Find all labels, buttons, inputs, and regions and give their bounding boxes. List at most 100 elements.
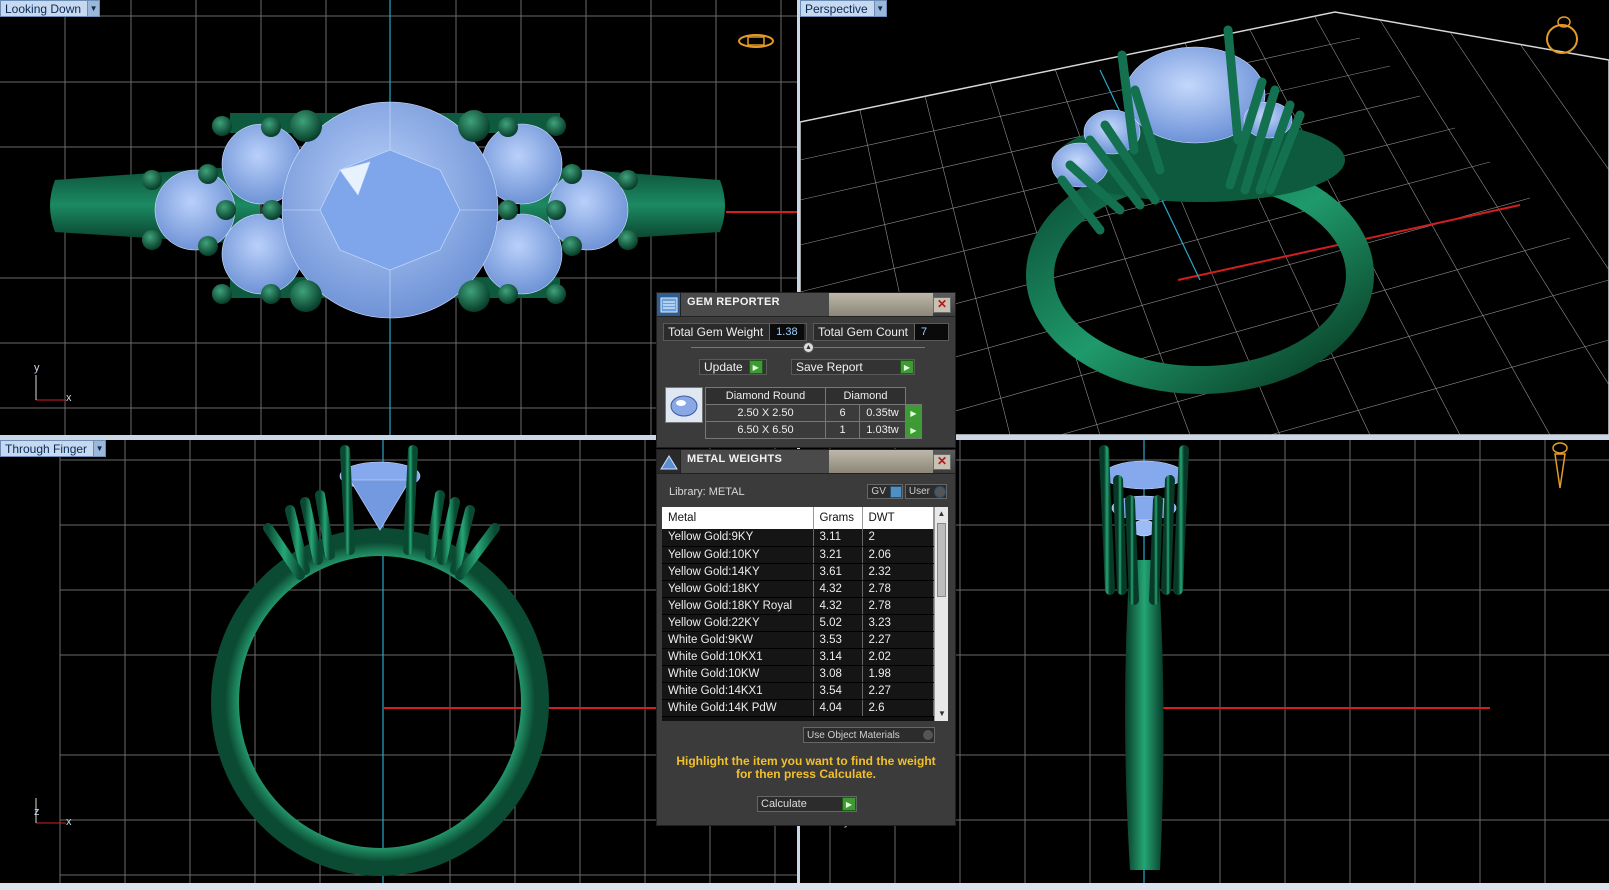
play-arrow-icon: ▶ [842, 797, 856, 811]
metal-row[interactable]: Yellow Gold:18KY Royal 4.32 2.78 [662, 597, 934, 615]
metal-row[interactable]: White Gold:9KW 3.53 2.27 [662, 631, 934, 649]
gem-weight: 0.35tw [859, 404, 906, 422]
viewport-label-looking-down[interactable]: Looking Down ▼ [0, 0, 101, 17]
gem-reporter-drag-area[interactable] [829, 293, 933, 316]
total-gem-count-field: Total Gem Count 7 [812, 323, 949, 341]
metal-grams: 5.02 [813, 614, 863, 632]
metal-name: White Gold:10KX1 [662, 648, 814, 666]
viewport-label-through-finger[interactable]: Through Finger ▼ [0, 440, 107, 457]
close-icon[interactable]: ✕ [933, 454, 951, 470]
viewport-dropdown-icon[interactable]: ▼ [87, 1, 100, 16]
axis-label-y: y [34, 362, 40, 374]
gv-label: GV [871, 486, 886, 497]
gem-material-header: Diamond [825, 387, 906, 405]
gem-size: 2.50 X 2.50 [705, 404, 826, 422]
toggle-off-icon [922, 729, 934, 741]
scroll-up-icon[interactable]: ▲ [935, 507, 948, 521]
metal-row[interactable]: White Gold:10KX1 3.14 2.02 [662, 648, 934, 666]
metal-row[interactable]: White Gold:14K PdW 4.04 2.6 [662, 699, 934, 717]
metal-weights-drag-area[interactable] [829, 450, 933, 473]
gem-count: 1 [825, 421, 860, 439]
metal-table: Metal Grams DWT Yellow Gold:9KY 3.11 2 Yell… [662, 507, 934, 717]
metal-grams: 3.53 [813, 631, 863, 649]
metal-weights-titlebar[interactable]: METAL WEIGHTS ✕ [657, 450, 955, 474]
gem-reporter-titlebar[interactable]: GEM REPORTER ✕ [657, 293, 955, 317]
viewport-label-text: Perspective [805, 2, 868, 16]
metal-table-container[interactable]: Metal Grams DWT Yellow Gold:9KY 3.11 2 Yell… [662, 507, 948, 721]
viewport-label-text: Looking Down [5, 2, 82, 16]
save-report-button[interactable]: Save Report ▶ [791, 359, 915, 375]
metal-dwt: 2.27 [862, 682, 934, 700]
gv-toggle[interactable]: GV [867, 484, 903, 499]
total-gem-count-value: 7 [913, 324, 948, 340]
update-label: Update [704, 360, 743, 374]
grams-column-header[interactable]: Grams [813, 507, 863, 529]
viewport-dropdown-icon[interactable]: ▼ [873, 1, 886, 16]
view-orientation-ring-icon[interactable] [1545, 440, 1575, 492]
total-gem-weight-field: Total Gem Weight 1.38 [663, 323, 807, 341]
use-object-materials-toggle[interactable]: Use Object Materials [803, 727, 935, 743]
metal-name: White Gold:14K PdW [662, 699, 814, 717]
metal-name: White Gold:9KW [662, 631, 814, 649]
scroll-thumb[interactable] [937, 523, 946, 597]
gem-count: 6 [825, 404, 860, 422]
metal-row[interactable]: Yellow Gold:22KY 5.02 3.23 [662, 614, 934, 632]
gem-shape-header: Diamond Round [705, 387, 826, 405]
metal-row[interactable]: Yellow Gold:10KY 3.21 2.06 [662, 546, 934, 564]
round-diamond-icon [665, 387, 703, 423]
gem-row[interactable]: 6.50 X 6.50 1 1.03tw ▶ [705, 421, 922, 439]
metal-row[interactable]: White Gold:10KW 3.08 1.98 [662, 665, 934, 683]
calculate-button[interactable]: Calculate ▶ [757, 796, 857, 812]
select-gem-arrow-icon[interactable]: ▶ [905, 404, 922, 422]
metal-dwt: 2.6 [862, 699, 934, 717]
total-gem-count-label: Total Gem Count [817, 325, 908, 339]
select-gem-arrow-icon[interactable]: ▶ [905, 421, 922, 439]
metal-dwt: 2.32 [862, 563, 934, 581]
viewport-label-perspective[interactable]: Perspective ▼ [800, 0, 887, 17]
metal-row[interactable]: Yellow Gold:18KY 4.32 2.78 [662, 580, 934, 598]
view-orientation-ring-icon[interactable] [1542, 14, 1582, 58]
calculate-label: Calculate [761, 798, 807, 810]
panel-splitter[interactable]: ▲ [691, 342, 925, 357]
metal-grams: 3.08 [813, 665, 863, 683]
gem-row[interactable]: 2.50 X 2.50 6 0.35tw ▶ [705, 404, 922, 422]
metal-library-label: Library: METAL [669, 485, 745, 498]
metal-row[interactable]: Yellow Gold:9KY 3.11 2 [662, 529, 934, 547]
view-orientation-ring-icon[interactable] [736, 30, 776, 52]
metal-row[interactable]: Yellow Gold:14KY 3.61 2.32 [662, 563, 934, 581]
toggle-on-icon [889, 485, 902, 498]
metal-dwt: 2.78 [862, 597, 934, 615]
metal-name: Yellow Gold:10KY [662, 546, 814, 564]
scroll-down-icon[interactable]: ▼ [935, 707, 948, 721]
metal-name: Yellow Gold:9KY [662, 529, 814, 547]
metal-table-scrollbar[interactable]: ▲ ▼ [934, 507, 948, 721]
close-icon[interactable]: ✕ [933, 297, 951, 313]
viewport-label-text: Through Finger [5, 442, 88, 456]
update-button[interactable]: Update ▶ [699, 359, 767, 375]
status-bar [0, 883, 1609, 890]
metal-weights-title: METAL WEIGHTS [681, 450, 829, 473]
metal-column-header[interactable]: Metal [662, 507, 814, 529]
metal-name: White Gold:10KW [662, 665, 814, 683]
metal-grams: 4.32 [813, 580, 863, 598]
collapse-knob-icon[interactable]: ▲ [803, 342, 814, 353]
total-gem-weight-value: 1.38 [769, 324, 804, 340]
app-window: Looking Down ▼ y x Perspective ▼ Through… [0, 0, 1609, 890]
save-report-label: Save Report [796, 360, 863, 374]
metal-row[interactable]: White Gold:14KX1 3.54 2.27 [662, 682, 934, 700]
user-toggle[interactable]: User [904, 484, 947, 499]
metal-name: Yellow Gold:18KY [662, 580, 814, 598]
viewport-dropdown-icon[interactable]: ▼ [93, 441, 106, 456]
metal-dwt: 2.02 [862, 648, 934, 666]
metal-dwt: 2.78 [862, 580, 934, 598]
gem-size: 6.50 X 6.50 [705, 421, 826, 439]
metal-weights-icon [657, 450, 681, 473]
calculate-hint: Highlight the item you want to find the … [676, 754, 936, 781]
axis-label-z: z [34, 806, 40, 818]
play-arrow-icon: ▶ [900, 360, 914, 374]
metal-name: Yellow Gold:14KY [662, 563, 814, 581]
dwt-column-header[interactable]: DWT [862, 507, 934, 529]
play-arrow-icon: ▶ [748, 360, 763, 374]
axis-label-x: x [66, 392, 72, 404]
metal-dwt: 2.27 [862, 631, 934, 649]
